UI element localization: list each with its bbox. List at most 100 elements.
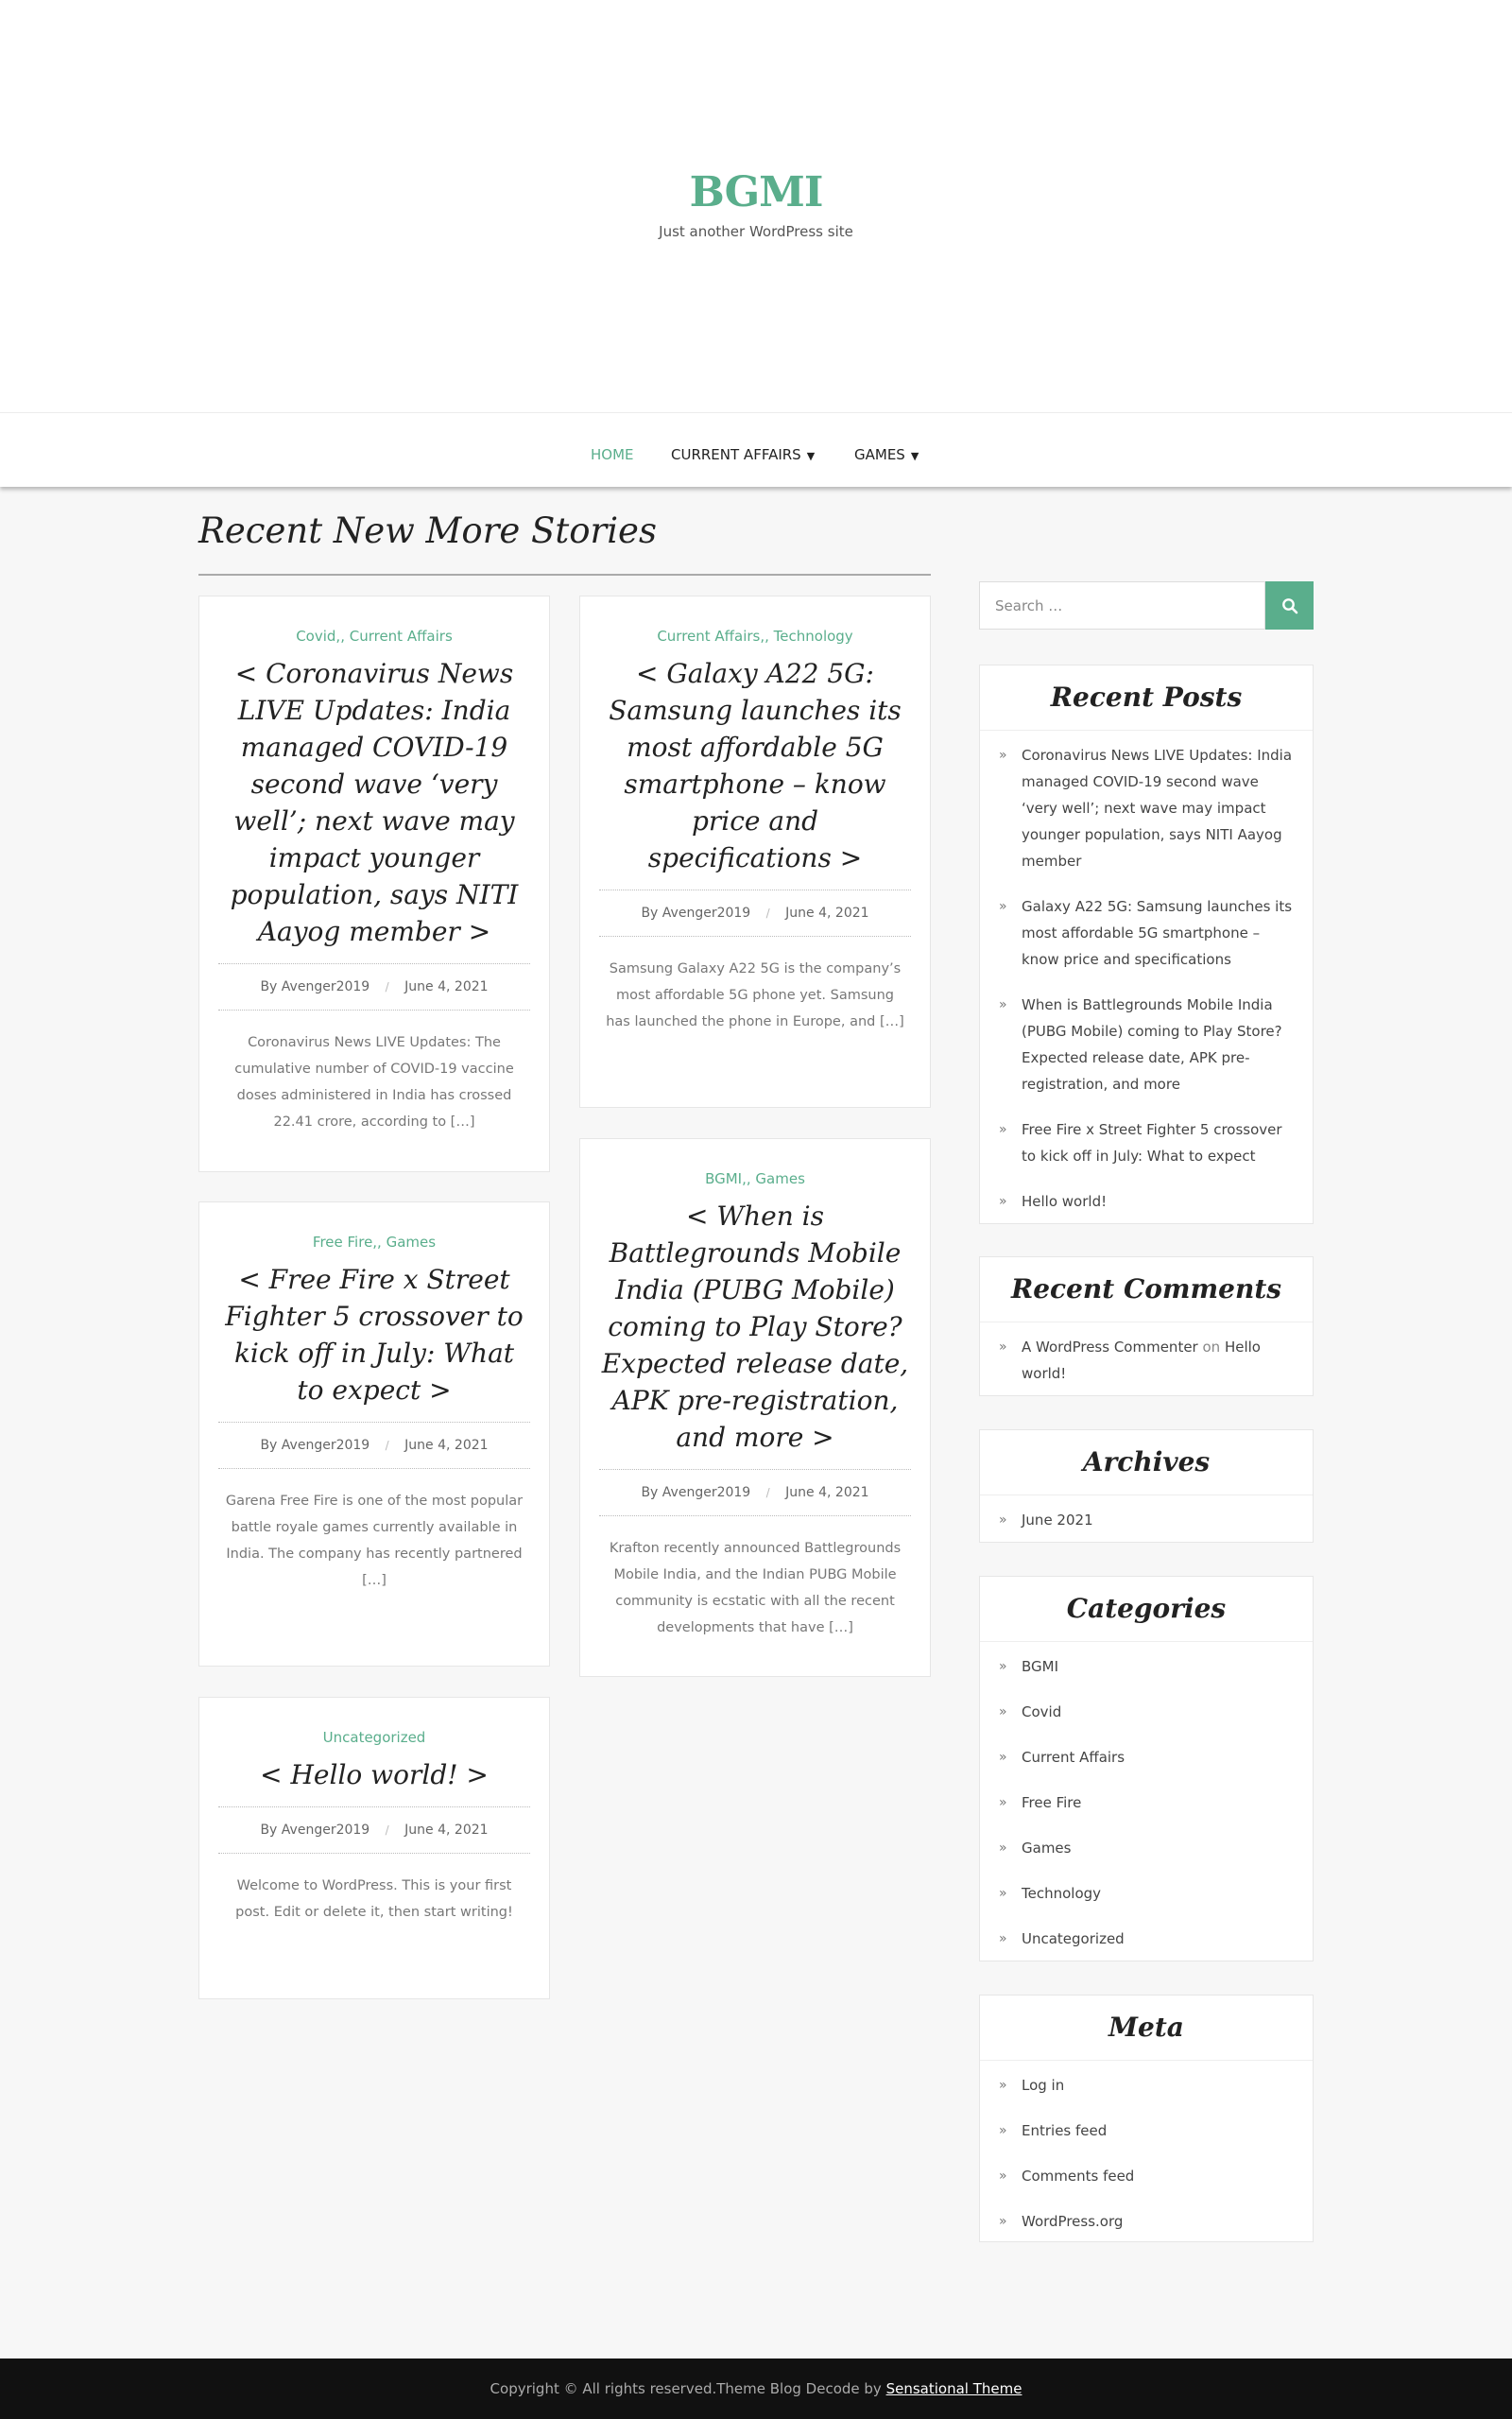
post-categories[interactable]: BGMI,, Games: [599, 1169, 911, 1188]
post-meta: By Avenger2019 / June 4, 2021: [218, 1806, 530, 1854]
search-icon: [1281, 597, 1297, 613]
category-link[interactable]: Covid: [1022, 1703, 1061, 1720]
nav-item-label: HOME: [591, 446, 634, 463]
double-chevron-right-icon: »: [999, 1795, 1007, 1810]
double-chevron-right-icon: »: [999, 748, 1007, 763]
meta-separator: /: [765, 907, 770, 920]
post-card: BGMI,, Games < When is Battlegrounds Mob…: [579, 1138, 931, 1677]
site-footer: Copyright © All rights reserved.Theme Bl…: [0, 2359, 1512, 2419]
post-author-prefix: By: [260, 979, 278, 994]
nav-item-label: GAMES: [854, 446, 905, 463]
recent-post-link[interactable]: Free Fire x Street Fighter 5 crossover t…: [1022, 1121, 1282, 1165]
post-excerpt: Welcome to WordPress. This is your first…: [235, 1878, 513, 1920]
recent-post-item[interactable]: » Free Fire x Street Fighter 5 crossover …: [999, 1116, 1294, 1169]
search-button[interactable]: [1265, 581, 1314, 630]
meta-separator: /: [385, 1823, 389, 1837]
category-item[interactable]: » Uncategorized: [999, 1926, 1294, 1952]
meta-separator: /: [765, 1486, 770, 1499]
category-link[interactable]: Technology: [1022, 1885, 1101, 1902]
category-item[interactable]: » BGMI: [999, 1653, 1294, 1680]
category-item[interactable]: » Free Fire: [999, 1789, 1294, 1816]
category-link[interactable]: Current Affairs: [1022, 1749, 1125, 1766]
comment-author[interactable]: A WordPress Commenter: [1022, 1339, 1198, 1356]
post-author[interactable]: Avenger2019: [282, 1438, 369, 1453]
category-item[interactable]: » Technology: [999, 1880, 1294, 1907]
category-link[interactable]: Free Fire: [1022, 1794, 1081, 1811]
nav-item-label: CURRENT AFFAIRS: [671, 446, 801, 463]
post-categories[interactable]: Covid,, Current Affairs: [218, 627, 530, 646]
post-date[interactable]: June 4, 2021: [404, 979, 488, 994]
recent-post-item[interactable]: » When is Battlegrounds Mobile India (PUB…: [999, 992, 1294, 1097]
widget-title: Categories: [980, 1577, 1313, 1642]
widget-title: Archives: [980, 1430, 1313, 1495]
post-title[interactable]: < Free Fire x Street Fighter 5 crossover…: [218, 1261, 530, 1408]
meta-separator: /: [385, 1439, 389, 1452]
post-author[interactable]: Avenger2019: [662, 906, 750, 921]
double-chevron-right-icon: »: [999, 997, 1007, 1012]
widget-meta: Meta » Log in » Entries feed » Comments fee…: [979, 1995, 1314, 2242]
meta-link[interactable]: WordPress.org: [1022, 2213, 1123, 2230]
post-categories[interactable]: Current Affairs,, Technology: [599, 627, 911, 646]
meta-separator: /: [385, 980, 389, 994]
post-meta: By Avenger2019 / June 4, 2021: [599, 1469, 911, 1516]
category-link[interactable]: Uncategorized: [1022, 1930, 1125, 1947]
post-categories[interactable]: Uncategorized: [218, 1728, 530, 1747]
double-chevron-right-icon: »: [999, 1512, 1007, 1528]
post-date[interactable]: June 4, 2021: [404, 1438, 488, 1453]
category-item[interactable]: » Current Affairs: [999, 1744, 1294, 1771]
meta-link[interactable]: Comments feed: [1022, 2168, 1134, 2185]
post-card: Covid,, Current Affairs < Coronavirus Ne…: [198, 596, 550, 1172]
recent-post-item[interactable]: » Galaxy A22 5G: Samsung launches its mos…: [999, 893, 1294, 973]
recent-post-link[interactable]: Galaxy A22 5G: Samsung launches its most…: [1022, 898, 1292, 968]
post-date[interactable]: June 4, 2021: [785, 906, 868, 921]
meta-link[interactable]: Entries feed: [1022, 2122, 1107, 2139]
category-link[interactable]: BGMI: [1022, 1658, 1058, 1675]
post-author[interactable]: Avenger2019: [662, 1485, 750, 1500]
recent-post-link[interactable]: Hello world!: [1022, 1193, 1107, 1210]
meta-item[interactable]: » Comments feed: [999, 2163, 1294, 2189]
post-card: Free Fire,, Games < Free Fire x Street F…: [198, 1201, 550, 1667]
post-author[interactable]: Avenger2019: [282, 979, 369, 994]
main-navigation: HOME CURRENT AFFAIRS ▼ GAMES ▼: [0, 413, 1512, 487]
footer-theme-link[interactable]: Sensational Theme: [886, 2380, 1022, 2397]
category-link[interactable]: Games: [1022, 1840, 1071, 1857]
recent-post-item[interactable]: » Hello world!: [999, 1188, 1294, 1215]
site-header: BGMI Just another WordPress site: [0, 0, 1512, 413]
recent-post-link[interactable]: Coronavirus News LIVE Updates: India man…: [1022, 747, 1292, 870]
post-categories[interactable]: Free Fire,, Games: [218, 1233, 530, 1252]
double-chevron-right-icon: »: [999, 1931, 1007, 1946]
double-chevron-right-icon: »: [999, 1194, 1007, 1209]
post-title[interactable]: < Galaxy A22 5G: Samsung launches its mo…: [599, 655, 911, 876]
meta-item[interactable]: » WordPress.org: [999, 2208, 1294, 2235]
search-input[interactable]: [979, 581, 1265, 630]
meta-link[interactable]: Log in: [1022, 2077, 1064, 2094]
post-author[interactable]: Avenger2019: [282, 1823, 369, 1838]
post-excerpt: Garena Free Fire is one of the most popu…: [225, 1494, 524, 1588]
recent-post-link[interactable]: When is Battlegrounds Mobile India (PUBG…: [1022, 996, 1282, 1093]
widget-title: Recent Comments: [980, 1257, 1313, 1322]
category-item[interactable]: » Covid: [999, 1699, 1294, 1725]
recent-post-item[interactable]: » Coronavirus News LIVE Updates: India ma…: [999, 742, 1294, 874]
post-excerpt: Samsung Galaxy A22 5G is the company’s m…: [606, 961, 904, 1029]
nav-item-current-affairs[interactable]: CURRENT AFFAIRS ▼: [671, 413, 815, 487]
post-date[interactable]: June 4, 2021: [785, 1485, 868, 1500]
archive-link[interactable]: June 2021: [1022, 1512, 1093, 1529]
category-item[interactable]: » Games: [999, 1835, 1294, 1861]
meta-item[interactable]: » Entries feed: [999, 2117, 1294, 2144]
nav-item-games[interactable]: GAMES ▼: [854, 413, 919, 487]
nav-item-home[interactable]: HOME: [591, 413, 634, 487]
meta-item[interactable]: » Log in: [999, 2072, 1294, 2099]
archive-item[interactable]: » June 2021: [999, 1507, 1294, 1533]
site-title[interactable]: BGMI: [0, 168, 1512, 216]
post-title[interactable]: < Coronavirus News LIVE Updates: India m…: [218, 655, 530, 950]
post-title[interactable]: < Hello world! >: [218, 1756, 530, 1793]
double-chevron-right-icon: »: [999, 1122, 1007, 1137]
double-chevron-right-icon: »: [999, 1659, 1007, 1674]
post-author-prefix: By: [260, 1438, 278, 1453]
section-divider: [198, 574, 931, 576]
widget-title: Recent Posts: [980, 665, 1313, 731]
post-date[interactable]: June 4, 2021: [404, 1823, 488, 1838]
post-title[interactable]: < When is Battlegrounds Mobile India (PU…: [599, 1198, 911, 1456]
search-form: [979, 581, 1314, 630]
double-chevron-right-icon: »: [999, 2078, 1007, 2093]
